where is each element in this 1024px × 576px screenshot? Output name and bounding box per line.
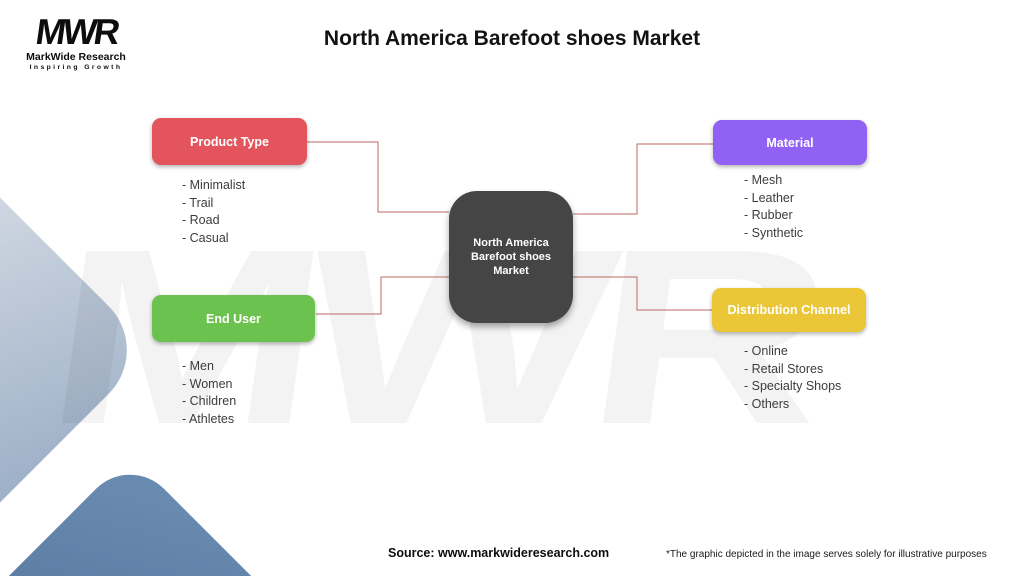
category-label: Material xyxy=(766,135,814,150)
source-text: Source: www.markwideresearch.com xyxy=(388,546,610,560)
list-item: Children xyxy=(182,393,237,411)
list-item: Online xyxy=(744,343,841,361)
central-node-line: North America xyxy=(473,237,549,249)
list-item: Leather xyxy=(744,190,803,208)
category-label: Distribution Channel xyxy=(727,303,851,317)
page-title: North America Barefoot shoes Market xyxy=(323,27,701,50)
list-item: Men xyxy=(182,358,236,376)
list-item: Rubber xyxy=(744,207,803,225)
list-item: Minimalist xyxy=(182,177,246,195)
category-label: Product Type xyxy=(190,134,269,149)
infographic-canvas: MWR MWR MarkWide Research Inspiring Grow… xyxy=(0,0,1024,576)
list-item: Casual xyxy=(182,230,245,248)
list-item: Retail Stores xyxy=(744,361,841,379)
logo-tagline: Inspiring Growth xyxy=(29,64,123,71)
category-box-product-type: Product Type xyxy=(152,118,307,165)
list-item: Synthetic xyxy=(744,225,803,243)
central-node-line: Market xyxy=(493,265,529,277)
category-box-distribution-channel: Distribution Channel xyxy=(712,288,866,332)
central-market-node: North America Barefoot shoes Market xyxy=(449,191,573,323)
list-item: Road xyxy=(182,212,245,230)
logo-name: MarkWide Research xyxy=(26,51,126,63)
product-type-items: Minimalist Trail Road Casual xyxy=(182,177,245,247)
list-item: Trail xyxy=(182,195,245,213)
central-node-line: Barefoot shoes xyxy=(470,251,552,263)
list-item: Specialty Shops xyxy=(744,378,842,396)
disclaimer-text: *The graphic depicted in the image serve… xyxy=(666,549,987,560)
list-item: Athletes xyxy=(182,411,236,429)
list-item: Mesh xyxy=(744,172,803,190)
category-box-end-user: End User xyxy=(152,295,315,342)
category-label: End User xyxy=(206,311,261,326)
list-item: Others xyxy=(744,396,841,414)
end-user-items: Men Women Children Athletes xyxy=(182,358,236,428)
category-box-material: Material xyxy=(713,120,867,165)
material-items: Mesh Leather Rubber Synthetic xyxy=(744,172,803,242)
list-item: Women xyxy=(182,376,236,394)
distribution-channel-items: Online Retail Stores Specialty Shops Oth… xyxy=(744,343,842,414)
